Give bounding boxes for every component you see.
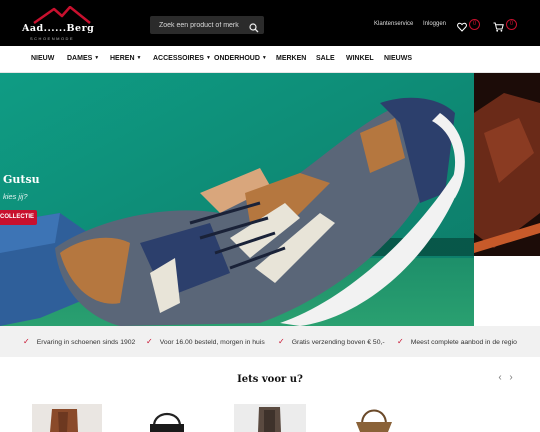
boot-image bbox=[234, 404, 306, 432]
nav-item-winkel[interactable]: WINKEL bbox=[346, 55, 374, 62]
main-nav: NIEUW DAMES ▼ HEREN ▼ ACCESSOIRES ▼ ONDERHO… bbox=[0, 46, 540, 73]
checkmark-icon: ✓ bbox=[278, 337, 285, 346]
nav-item-merken[interactable]: MERKEN bbox=[276, 55, 306, 62]
hero-slide-image: Gutsu kies jij? COLLECTIE bbox=[0, 73, 474, 326]
suggestions-title: Iets voor u? bbox=[237, 374, 303, 385]
usp-text: Voor 16.00 besteld, morgen in huis bbox=[159, 339, 265, 346]
checkmark-icon: ✓ bbox=[23, 337, 30, 346]
chevron-right-icon: › bbox=[509, 372, 513, 383]
nav-item-nieuws[interactable]: NIEUWS bbox=[384, 55, 412, 62]
chevron-left-icon: ‹ bbox=[498, 372, 502, 383]
nav-item-dames[interactable]: DAMES ▼ bbox=[67, 55, 99, 62]
nav-label: ONDERHOUD bbox=[214, 55, 260, 62]
heart-icon bbox=[457, 22, 467, 32]
product-card-boot[interactable] bbox=[234, 404, 306, 432]
checkmark-icon: ✓ bbox=[146, 337, 153, 346]
nav-label: HEREN bbox=[110, 55, 135, 62]
product-card-handbag[interactable] bbox=[142, 404, 192, 432]
ankle-boot-image bbox=[32, 404, 102, 432]
logo[interactable]: Aad......Berg SCHOENMODE bbox=[22, 6, 102, 41]
hero-slider[interactable]: Gutsu kies jij? COLLECTIE bbox=[0, 73, 540, 326]
nav-label: NIEUW bbox=[31, 55, 55, 62]
sneaker-photo bbox=[0, 73, 474, 326]
collection-button[interactable]: COLLECTIE bbox=[0, 210, 37, 225]
usp-item: ✓ Meest complete aanbod in de regio bbox=[397, 337, 517, 346]
search-box bbox=[150, 16, 264, 34]
mountain-logo-icon bbox=[33, 6, 91, 24]
hero-next-slide-image[interactable] bbox=[474, 73, 540, 256]
chevron-down-icon: ▼ bbox=[205, 55, 211, 61]
checkmark-icon: ✓ bbox=[397, 337, 404, 346]
nav-label: WINKEL bbox=[346, 55, 374, 62]
nav-label: MERKEN bbox=[276, 55, 307, 62]
nav-item-heren[interactable]: HEREN ▼ bbox=[110, 55, 141, 62]
nav-label: DAMES bbox=[67, 55, 93, 62]
nav-label: NIEUWS bbox=[384, 55, 412, 62]
carousel-next-button[interactable]: › bbox=[506, 372, 516, 384]
product-card-ankle-boot[interactable] bbox=[32, 404, 102, 432]
brand-name: Aad......Berg bbox=[22, 23, 95, 34]
search-icon bbox=[249, 23, 259, 33]
cart-icon bbox=[493, 22, 504, 32]
usp-text: Ervaring in schoenen sinds 1902 bbox=[36, 339, 136, 346]
nav-item-accessoires[interactable]: ACCESSOIRES ▼ bbox=[153, 55, 211, 62]
product-card-shoulder-bag[interactable] bbox=[346, 404, 402, 432]
nav-item-sale[interactable]: SALE bbox=[316, 55, 335, 62]
chevron-down-icon: ▼ bbox=[261, 55, 267, 61]
carousel-prev-button[interactable]: ‹ bbox=[495, 372, 505, 384]
usp-item: ✓ Gratis verzending boven € 50,- bbox=[278, 337, 385, 346]
usp-text: Gratis verzending boven € 50,- bbox=[291, 339, 385, 346]
usp-item: ✓ Ervaring in schoenen sinds 1902 bbox=[23, 337, 135, 346]
search-input[interactable] bbox=[150, 16, 246, 34]
top-bar: Aad......Berg SCHOENMODE Klantenservice … bbox=[0, 0, 540, 46]
wishlist-button[interactable] bbox=[457, 19, 469, 32]
usp-bar: ✓ Ervaring in schoenen sinds 1902 ✓ Voor 1… bbox=[0, 326, 540, 357]
brand-tagline: SCHOENMODE bbox=[30, 36, 75, 41]
cart-count-badge: 0 bbox=[506, 19, 517, 30]
customer-service-link[interactable]: Klantenservice bbox=[374, 21, 413, 27]
hero-subtitle: kies jij? bbox=[3, 192, 28, 201]
boot-photo bbox=[474, 73, 540, 256]
usp-text: Meest complete aanbod in de regio bbox=[410, 339, 517, 346]
shoulder-bag-image bbox=[356, 409, 392, 432]
cart-button[interactable] bbox=[493, 19, 505, 32]
search-button[interactable] bbox=[249, 20, 259, 33]
chevron-down-icon: ▼ bbox=[136, 55, 142, 61]
hero-title: Gutsu bbox=[3, 173, 40, 186]
handbag-image bbox=[150, 412, 184, 432]
login-link[interactable]: Inloggen bbox=[423, 21, 446, 27]
nav-item-nieuw[interactable]: NIEUW bbox=[31, 55, 54, 62]
nav-label: ACCESSOIRES bbox=[153, 55, 204, 62]
usp-item: ✓ Voor 16.00 besteld, morgen in huis bbox=[146, 337, 265, 346]
nav-item-onderhoud[interactable]: ONDERHOUD ▼ bbox=[214, 55, 267, 62]
chevron-down-icon: ▼ bbox=[94, 55, 100, 61]
wishlist-count-badge: 0 bbox=[469, 19, 480, 30]
nav-label: SALE bbox=[316, 55, 335, 62]
